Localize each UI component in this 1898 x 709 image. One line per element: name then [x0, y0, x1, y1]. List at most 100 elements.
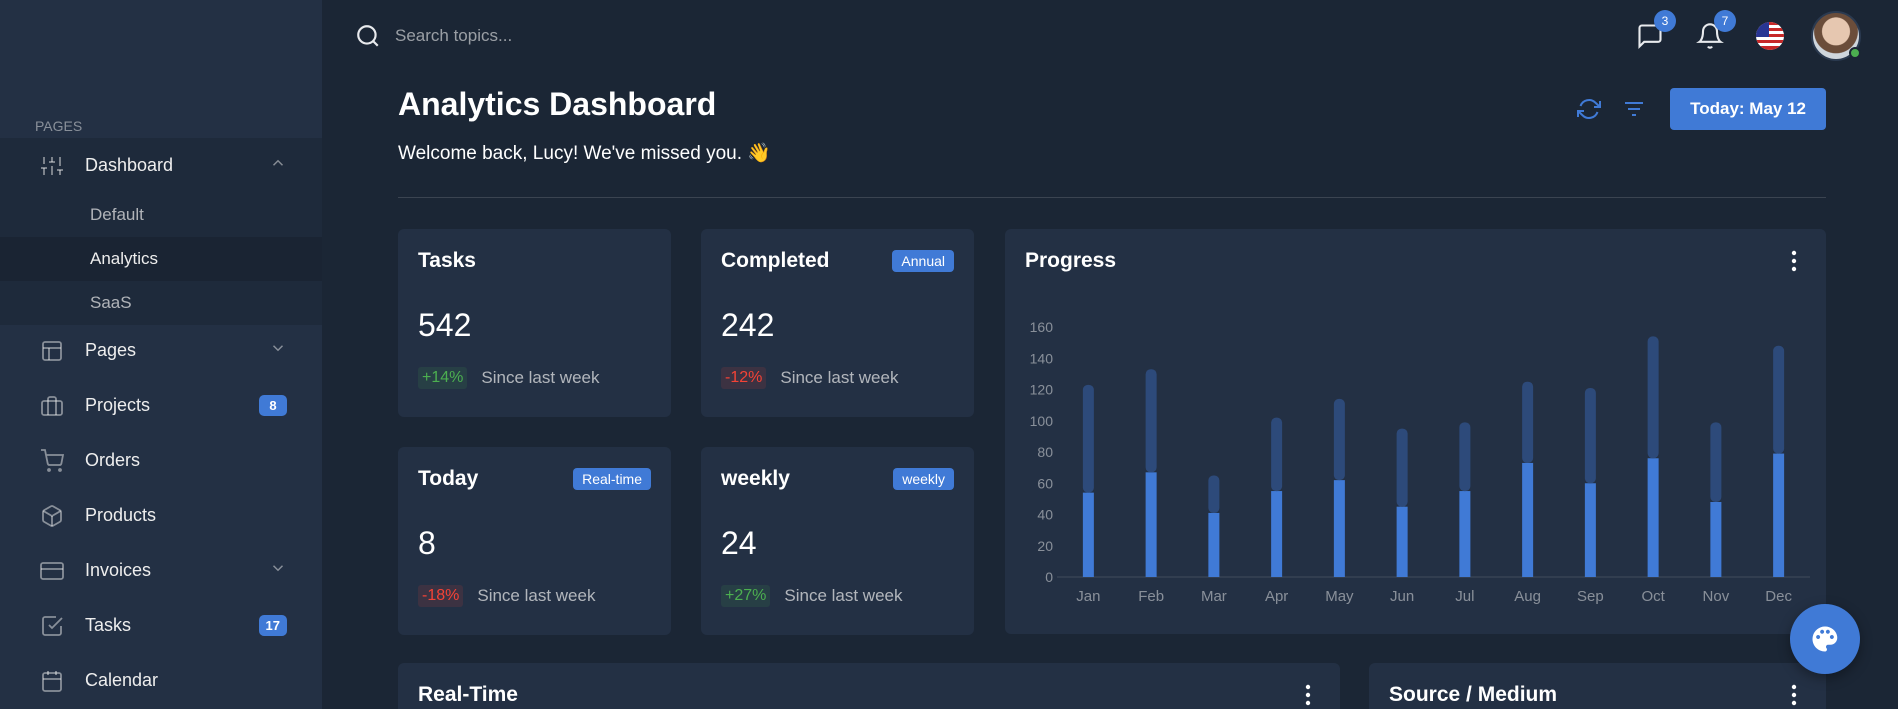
notifications-count-badge: 7 — [1714, 10, 1736, 32]
sidebar-item-projects[interactable]: Projects 8 — [0, 378, 322, 433]
sidebar-item-label: Dashboard — [85, 155, 174, 175]
x-tick-label: Feb — [1138, 588, 1164, 605]
projects-count-badge: 8 — [259, 395, 287, 416]
bar-mar-series-1[interactable] — [1208, 512, 1220, 577]
bar-aug-series-2[interactable] — [1522, 381, 1534, 463]
stat-since: Since last week — [477, 586, 596, 605]
y-tick-label: 160 — [1030, 319, 1054, 335]
messages-count-badge: 3 — [1654, 10, 1676, 32]
sidebar-item-label: Tasks — [85, 615, 132, 635]
bar-mar-series-2[interactable] — [1208, 475, 1220, 513]
bar-may-series-2[interactable] — [1333, 398, 1345, 481]
filter-icon — [1625, 102, 1644, 116]
y-tick-label: 20 — [1037, 538, 1053, 554]
more-options-button[interactable] — [1782, 681, 1806, 709]
bar-nov-series-1[interactable] — [1710, 502, 1722, 577]
x-tick-label: May — [1325, 588, 1354, 605]
sidebar: PAGES Dashboard Default Analytics SaaS P… — [0, 0, 322, 709]
x-tick-label: Sep — [1577, 588, 1604, 605]
x-tick-label: Apr — [1265, 588, 1288, 605]
y-tick-label: 140 — [1030, 350, 1054, 366]
stat-card-completed: Completed Annual 242 -12% Since last week — [701, 229, 974, 417]
card-icon — [40, 559, 64, 583]
sidebar-item-label: Projects — [85, 395, 151, 415]
x-tick-label: Aug — [1514, 588, 1541, 605]
stat-card-weekly: weekly weekly 24 +27% Since last week — [701, 447, 974, 635]
stat-title: Tasks — [418, 249, 476, 272]
refresh-icon — [1577, 99, 1602, 119]
progress-card: 0 20 40 60 80 100 120 140 160 Jan Feb Mar Apr May Jun J… — [1005, 229, 1826, 634]
bar-jul-series-2[interactable] — [1459, 422, 1471, 492]
bar-oct-series-1[interactable] — [1647, 458, 1659, 577]
sidebar-item-label: Products — [85, 505, 157, 525]
refresh-button[interactable] — [1571, 91, 1607, 127]
bar-aug-series-1[interactable] — [1522, 462, 1534, 577]
sidebar-item-invoices[interactable]: Invoices — [0, 543, 322, 598]
topbar-actions: 3 7 — [1638, 0, 1898, 72]
bar-nov-series-2[interactable] — [1710, 422, 1722, 502]
us-flag-icon[interactable] — [1756, 22, 1784, 50]
more-options-button[interactable] — [1782, 247, 1806, 275]
topbar: 3 7 — [322, 0, 1898, 72]
sidebar-item-tasks[interactable]: Tasks 17 — [0, 598, 322, 653]
bar-may-series-1[interactable] — [1333, 480, 1345, 577]
avatar[interactable] — [1811, 11, 1861, 61]
x-tick-label: Mar — [1201, 588, 1227, 605]
realtime-card: Real-Time — [398, 663, 1340, 709]
stat-delta: +27% — [721, 585, 771, 607]
x-tick-label: Nov — [1703, 588, 1730, 605]
bar-jun-series-2[interactable] — [1396, 428, 1408, 507]
stat-card-tasks: Tasks 542 +14% Since last week — [398, 229, 671, 417]
sidebar-item-orders[interactable]: Orders — [0, 433, 322, 488]
source-medium-card: Source / Medium — [1369, 663, 1826, 709]
chevron-up-icon — [269, 154, 287, 177]
sidebar-subitem-saas[interactable]: SaaS — [0, 281, 322, 325]
more-options-button[interactable] — [1296, 681, 1320, 709]
sidebar-item-label: Calendar — [85, 670, 159, 690]
card-title: Source / Medium — [1389, 683, 1558, 706]
y-tick-label: 100 — [1030, 413, 1054, 429]
sidebar-item-dashboard[interactable]: Dashboard — [0, 138, 322, 193]
bar-feb-series-2[interactable] — [1145, 369, 1157, 473]
bar-sep-series-1[interactable] — [1584, 483, 1596, 577]
stat-value: 242 — [721, 307, 775, 343]
stat-delta: +14% — [418, 367, 468, 389]
welcome-message: Welcome back, Lucy! We've missed you. 👋 — [398, 143, 771, 164]
sidebar-item-label: Orders — [85, 450, 141, 470]
sidebar-nav: Pages Projects 8 Orders Products Invoice… — [0, 323, 322, 708]
stat-since: Since last week — [481, 368, 600, 387]
header-actions: Today: May 12 — [1571, 88, 1826, 130]
sidebar-item-products[interactable]: Products — [0, 488, 322, 543]
bar-feb-series-1[interactable] — [1145, 472, 1157, 577]
bar-oct-series-2[interactable] — [1647, 336, 1659, 459]
sidebar-brand — [0, 0, 322, 96]
sidebar-subitem-default[interactable]: Default — [0, 193, 322, 237]
card-title: Progress — [1025, 249, 1117, 272]
theme-settings-button[interactable] — [1790, 604, 1860, 674]
sidebar-item-calendar[interactable]: Calendar — [0, 653, 322, 708]
search-input[interactable] — [395, 26, 695, 46]
bar-jan-series-2[interactable] — [1082, 384, 1094, 493]
more-vertical-icon — [1791, 684, 1797, 706]
notifications-button[interactable]: 7 — [1692, 10, 1736, 54]
today-date-button[interactable]: Today: May 12 — [1670, 88, 1826, 130]
progress-chart: 0 20 40 60 80 100 120 140 160 Jan Feb Mar Apr May Jun J… — [1030, 319, 1810, 605]
sidebar-item-pages[interactable]: Pages — [0, 323, 322, 378]
sidebar-item-label: Invoices — [85, 560, 152, 580]
sidebar-subitem-analytics[interactable]: Analytics — [0, 237, 322, 281]
bar-jul-series-1[interactable] — [1459, 491, 1471, 577]
bar-dec-series-1[interactable] — [1773, 453, 1785, 577]
bar-sep-series-2[interactable] — [1584, 387, 1596, 484]
stat-value: 542 — [418, 307, 472, 343]
bar-apr-series-2[interactable] — [1271, 417, 1283, 492]
stat-since: Since last week — [780, 368, 899, 387]
bar-dec-series-2[interactable] — [1773, 345, 1785, 454]
stat-delta: -12% — [721, 367, 767, 389]
filter-button[interactable] — [1616, 91, 1652, 127]
bar-jan-series-1[interactable] — [1082, 492, 1094, 577]
bar-apr-series-1[interactable] — [1271, 491, 1283, 577]
y-tick-label: 120 — [1030, 382, 1054, 398]
bar-jun-series-1[interactable] — [1396, 506, 1408, 577]
y-tick-label: 80 — [1037, 444, 1053, 460]
messages-button[interactable]: 3 — [1632, 10, 1676, 54]
